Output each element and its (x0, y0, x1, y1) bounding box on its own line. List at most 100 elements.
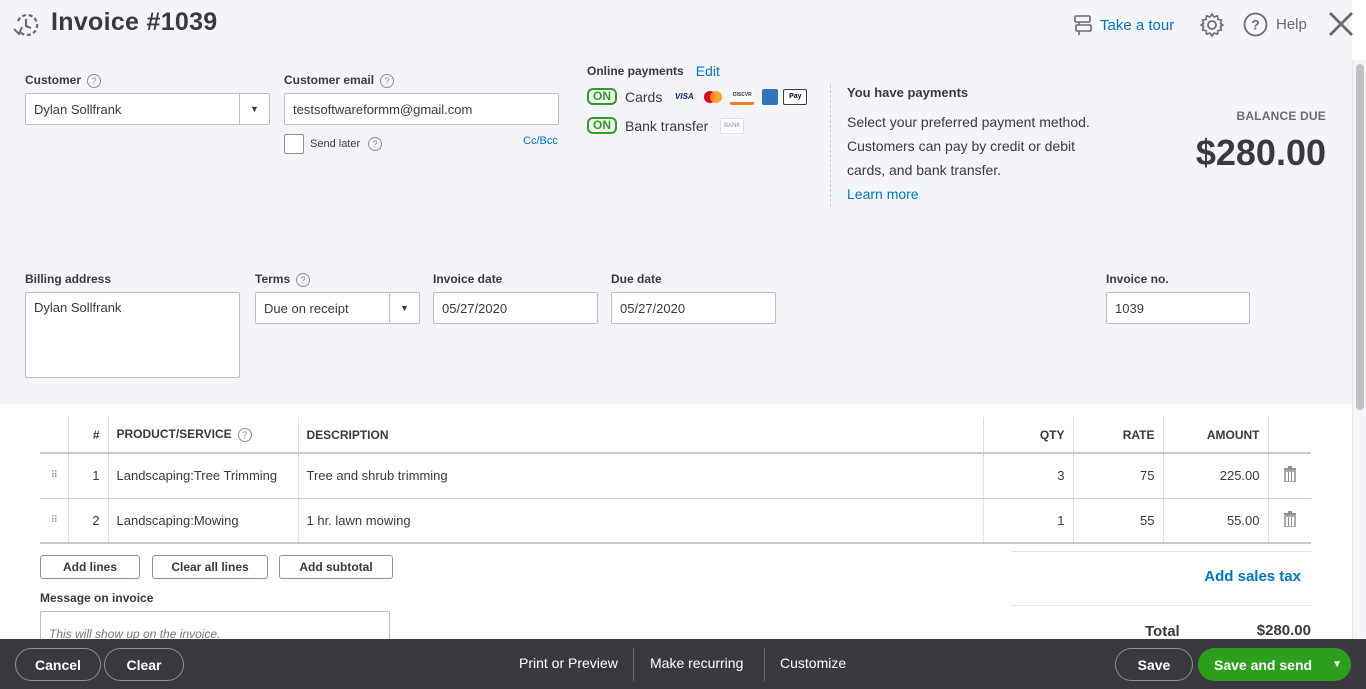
cards-on-badge[interactable]: ON (587, 88, 617, 105)
table-row[interactable]: ⠿ 1 Landscaping:Tree Trimming Tree and s… (40, 453, 1311, 499)
customer-help-icon[interactable]: ? (87, 73, 102, 88)
add-sales-tax-link[interactable]: Add sales tax (1204, 568, 1301, 585)
customer-value: Dylan Sollfrank (34, 101, 122, 117)
due-date-input[interactable]: 05/27/2020 (611, 292, 776, 324)
settings-gear-icon[interactable] (1199, 12, 1225, 38)
delete-column-header (1267, 417, 1311, 454)
balance-due-label: BALANCE DUE (1236, 109, 1326, 123)
discover-icon: DISCVR (730, 88, 755, 105)
svg-text:?: ? (1251, 17, 1260, 33)
scrollbar-thumb[interactable] (1356, 64, 1364, 410)
col-header-description: DESCRIPTION (297, 417, 983, 454)
recent-history-icon[interactable] (12, 11, 40, 39)
page-title: Invoice #1039 (51, 8, 218, 36)
cancel-button[interactable]: Cancel (15, 648, 101, 681)
total-label: Total (1145, 623, 1180, 640)
delete-row-cell (1267, 498, 1311, 544)
promo-text: Select your preferred payment method. Cu… (847, 114, 1090, 178)
customer-select[interactable]: Dylan Sollfrank ▼ (25, 93, 270, 125)
take-tour-label: Take a tour (1100, 16, 1175, 34)
invoice-date-input[interactable]: 05/27/2020 (433, 292, 598, 324)
add-lines-button[interactable]: Add lines (40, 555, 140, 579)
cards-label: Cards (625, 88, 663, 105)
col-header-product-text: PRODUCT/SERVICE (116, 427, 232, 442)
bank-on-badge[interactable]: ON (587, 117, 617, 134)
email-help-icon[interactable]: ? (380, 73, 395, 88)
mastercard-icon (701, 89, 725, 105)
payment-method-cards: ON Cards VISA DISCVR Pay (587, 88, 808, 105)
chevron-down-icon[interactable]: ▼ (239, 94, 269, 124)
clear-button[interactable]: Clear (104, 648, 184, 681)
row-number: 1 (67, 453, 108, 499)
row-description[interactable]: Tree and shrub trimming (297, 453, 983, 499)
terms-help-icon[interactable]: ? (296, 272, 311, 287)
trash-icon[interactable] (1283, 466, 1296, 483)
make-recurring-link[interactable]: Make recurring (650, 655, 743, 671)
billing-address-input[interactable]: Dylan Sollfrank (25, 292, 240, 378)
customer-email-label-text: Customer email (284, 73, 375, 87)
clear-all-lines-button[interactable]: Clear all lines (152, 555, 268, 579)
save-and-send-label: Save and send (1214, 656, 1313, 673)
terms-select[interactable]: Due on receipt ▼ (255, 292, 420, 324)
promo-text-block: Select your preferred payment method. Cu… (847, 110, 1097, 206)
customize-link[interactable]: Customize (780, 655, 846, 671)
save-and-send-button[interactable]: Save and send ▼ (1198, 648, 1351, 681)
invoice-no-label: Invoice no. (1106, 272, 1169, 286)
visa-icon: VISA (675, 92, 694, 101)
close-icon[interactable] (1327, 10, 1355, 38)
due-date-value: 05/27/2020 (620, 300, 686, 316)
chevron-down-icon[interactable]: ▼ (389, 293, 419, 323)
send-later-checkbox[interactable] (284, 134, 304, 154)
invoice-no-input[interactable]: 1039 (1106, 292, 1250, 324)
customer-label-text: Customer (25, 73, 82, 87)
footer-bar: Cancel Clear Print or Preview Make recur… (0, 639, 1366, 689)
online-payments-header: Online payments Edit (587, 63, 720, 79)
row-amount[interactable]: 225.00 (1162, 453, 1268, 499)
row-product[interactable]: Landscaping:Tree Trimming (107, 453, 298, 499)
payment-method-bank: ON Bank transfer BANK (587, 117, 745, 134)
apple-pay-icon: Pay (783, 88, 808, 105)
row-rate[interactable]: 55 (1072, 498, 1163, 544)
row-qty[interactable]: 3 (982, 453, 1073, 499)
online-payments-edit-link[interactable]: Edit (696, 63, 720, 79)
message-on-invoice-label: Message on invoice (40, 591, 154, 605)
drag-handle-icon[interactable]: ⠿ (40, 498, 68, 544)
cc-bcc-link[interactable]: Cc/Bcc (523, 135, 558, 147)
customer-email-label: Customer email? (284, 73, 395, 88)
save-button[interactable]: Save (1115, 648, 1193, 681)
help-button[interactable]: ? Help (1243, 12, 1307, 37)
row-product[interactable]: Landscaping:Mowing (107, 498, 298, 544)
learn-more-link[interactable]: Learn more (847, 186, 919, 202)
drag-column-header (40, 417, 68, 454)
row-rate[interactable]: 75 (1072, 453, 1163, 499)
amex-icon (762, 88, 779, 105)
scrollbar-track[interactable] (1352, 60, 1366, 639)
terms-value: Due on receipt (264, 300, 349, 316)
customer-email-input[interactable]: testsoftwareformm@gmail.com (284, 93, 559, 125)
totals-divider-top (1011, 551, 1311, 552)
drag-handle-icon[interactable]: ⠿ (40, 453, 68, 499)
save-and-send-dropdown-icon[interactable]: ▼ (1332, 659, 1342, 670)
col-header-product: PRODUCT/SERVICE? (107, 417, 298, 454)
footer-separator (764, 648, 765, 681)
footer-separator (633, 648, 634, 681)
row-description[interactable]: 1 hr. lawn mowing (297, 498, 983, 544)
totals-divider-bottom (1011, 605, 1311, 606)
col-header-amount: AMOUNT (1162, 417, 1268, 454)
invoice-date-value: 05/27/2020 (442, 300, 508, 316)
terms-label: Terms? (255, 272, 311, 287)
row-qty[interactable]: 1 (982, 498, 1073, 544)
send-later-help-icon[interactable]: ? (368, 137, 383, 151)
add-subtotal-button[interactable]: Add subtotal (279, 555, 393, 579)
billing-address-label: Billing address (25, 272, 112, 286)
send-later-label: Send later (310, 138, 361, 150)
print-or-preview-link[interactable]: Print or Preview (519, 655, 618, 671)
signpost-icon (1074, 15, 1092, 35)
col-header-rate: RATE (1072, 417, 1163, 454)
take-tour-link[interactable]: Take a tour (1072, 14, 1174, 36)
trash-icon[interactable] (1283, 510, 1296, 528)
row-amount[interactable]: 55.00 (1162, 498, 1268, 544)
product-help-icon[interactable]: ? (237, 427, 252, 442)
table-row[interactable]: ⠿ 2 Landscaping:Mowing 1 hr. lawn mowing… (40, 498, 1311, 544)
table-header-row: # PRODUCT/SERVICE? DESCRIPTION QTY RATE … (40, 417, 1311, 454)
